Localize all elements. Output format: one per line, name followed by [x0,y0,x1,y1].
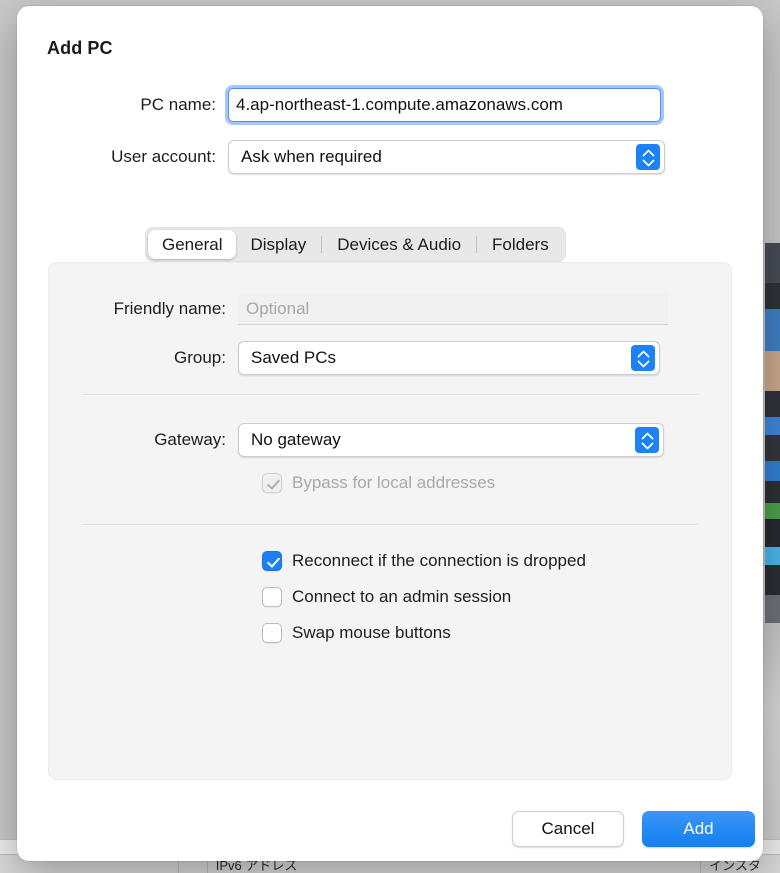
tab-general[interactable]: General [148,230,237,259]
group-value: Saved PCs [251,348,337,367]
add-button[interactable]: Add [642,811,755,847]
tab-separator [476,236,478,253]
pc-name-label: PC name: [140,95,216,114]
swap-mouse-label: Swap mouse buttons [292,623,451,642]
group-popup[interactable]: Saved PCs [238,341,660,375]
admin-session-label: Connect to an admin session [292,587,512,606]
background-window-lower [763,623,780,839]
user-account-popup[interactable]: Ask when required [228,140,665,174]
reconnect-option-row[interactable]: Reconnect if the connection is dropped [262,551,586,571]
gateway-value: No gateway [251,430,341,449]
admin-session-option-row[interactable]: Connect to an admin session [262,587,511,607]
group-row: Group: Saved PCs [48,341,732,375]
tab-folders[interactable]: Folders [478,230,563,259]
pc-name-row: PC name: 4.ap-northeast-1.compute.amazon… [17,88,763,122]
chevron-updown-icon [636,144,660,170]
swap-mouse-checkbox[interactable] [262,623,282,643]
pc-name-input[interactable]: 4.ap-northeast-1.compute.amazonaws.com [228,88,661,122]
chevron-updown-icon [631,345,655,371]
user-account-row: User account: Ask when required [17,140,763,174]
swap-mouse-option-row[interactable]: Swap mouse buttons [262,623,451,643]
friendly-name-input[interactable]: Optional [238,293,668,325]
panel-divider [82,394,698,395]
tab-display[interactable]: Display [236,230,320,259]
friendly-name-row: Friendly name: Optional [48,292,732,326]
dialog-title: Add PC [47,38,113,58]
tab-separator [321,236,323,253]
bypass-local-addresses-checkbox [262,473,282,493]
tab-devices-audio[interactable]: Devices & Audio [323,230,475,259]
bypass-local-addresses-row: Bypass for local addresses [262,473,495,493]
gateway-popup[interactable]: No gateway [238,423,664,457]
admin-session-checkbox[interactable] [262,587,282,607]
gateway-label: Gateway: [154,430,226,449]
settings-tabbar: General Display Devices & Audio Folders [145,227,566,262]
group-label: Group: [174,348,226,367]
background-window-sliver [765,243,780,623]
friendly-name-label: Friendly name: [113,299,226,318]
cancel-button[interactable]: Cancel [512,811,624,847]
gateway-row: Gateway: No gateway [48,423,732,457]
add-pc-dialog: Add PC PC name: 4.ap-northeast-1.compute… [17,6,763,861]
chevron-updown-icon [635,427,659,453]
user-account-value: Ask when required [241,147,382,166]
bypass-local-addresses-label: Bypass for local addresses [292,473,496,492]
general-tab-panel: Friendly name: Optional Group: Saved PCs… [48,262,732,780]
panel-divider [82,524,698,525]
reconnect-checkbox[interactable] [262,551,282,571]
reconnect-label: Reconnect if the connection is dropped [292,551,586,570]
user-account-label: User account: [111,147,216,166]
